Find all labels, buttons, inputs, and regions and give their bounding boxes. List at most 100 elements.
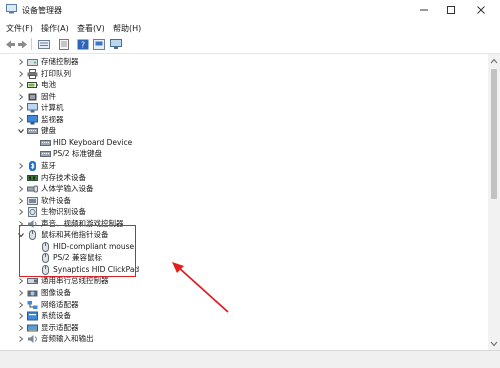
device-item[interactable]: HID Keyboard Device xyxy=(0,137,488,149)
device-manager-app-icon xyxy=(6,4,17,14)
tree-item-label: 电池 xyxy=(41,80,56,90)
expand-chevron-icon[interactable] xyxy=(17,208,25,216)
expand-chevron-icon[interactable] xyxy=(17,312,25,320)
monitor-icon xyxy=(27,114,38,125)
properties-icon[interactable] xyxy=(58,39,70,50)
network-adapter-icon xyxy=(27,300,38,310)
expand-chevron-icon[interactable] xyxy=(17,174,25,182)
audio-io-icon xyxy=(27,334,38,344)
system-device-icon xyxy=(27,311,38,321)
category-item[interactable]: 通用串行总线控制器 xyxy=(0,275,488,287)
expand-chevron-icon[interactable] xyxy=(17,104,25,112)
close-button[interactable] xyxy=(474,3,488,17)
menu-view[interactable]: 查看(V) xyxy=(77,23,105,34)
tree-item-label: 计算机 xyxy=(41,103,64,113)
menu-bar: 文件(F) 操作(A) 查看(V) 帮助(H) xyxy=(0,21,500,36)
expand-chevron-icon[interactable] xyxy=(17,289,25,297)
highlight-box xyxy=(19,225,136,277)
tree-item-label: 图像设备 xyxy=(41,288,71,297)
expand-chevron-icon[interactable] xyxy=(17,277,25,285)
storage-controller-icon xyxy=(27,57,38,67)
menu-file[interactable]: 文件(F) xyxy=(6,23,33,34)
battery-icon xyxy=(27,80,38,90)
tree-item-label: 显示适配器 xyxy=(41,322,79,332)
hid-device-icon xyxy=(27,184,38,194)
category-item[interactable]: 固件 xyxy=(0,91,488,103)
tree-item-label: 存储控制器 xyxy=(41,57,79,66)
category-item[interactable]: 内存技术设备 xyxy=(0,172,488,184)
firmware-icon xyxy=(27,92,38,102)
back-icon[interactable] xyxy=(4,39,16,50)
expand-chevron-icon[interactable] xyxy=(17,58,25,66)
device-item[interactable]: PS/2 标准键盘 xyxy=(0,148,488,160)
category-item[interactable]: 存储控制器 xyxy=(0,56,488,68)
toolbar-separator xyxy=(31,38,32,50)
expand-chevron-icon[interactable] xyxy=(17,185,25,193)
keyboard-icon xyxy=(40,138,51,148)
expand-chevron-icon[interactable] xyxy=(17,197,25,205)
monitor-icon[interactable] xyxy=(110,39,122,50)
update-driver-icon[interactable] xyxy=(93,39,105,50)
vertical-scrollbar[interactable] xyxy=(488,54,500,350)
tree-item-label: PS/2 标准键盘 xyxy=(53,149,102,159)
camera-icon xyxy=(27,288,38,298)
tree-item-label: 蓝牙 xyxy=(41,160,56,170)
category-item[interactable]: 打印队列 xyxy=(0,68,488,80)
memory-device-icon xyxy=(27,173,38,183)
biometric-icon xyxy=(27,207,38,218)
category-item[interactable]: 显示适配器 xyxy=(0,322,488,334)
scroll-down-icon[interactable] xyxy=(490,340,498,347)
maximize-button[interactable] xyxy=(444,3,458,17)
printer-icon xyxy=(27,68,38,79)
tree-item-label: HID Keyboard Device xyxy=(53,137,133,147)
keyboard-icon xyxy=(40,149,51,159)
expand-chevron-icon[interactable] xyxy=(17,70,25,78)
status-bar xyxy=(0,350,500,368)
computer-icon xyxy=(27,103,38,113)
category-item[interactable]: 图像设备 xyxy=(0,287,488,299)
tree-item-label: 键盘 xyxy=(41,126,56,136)
category-item[interactable]: 监视器 xyxy=(0,114,488,126)
keyboard-icon xyxy=(27,126,38,136)
toolbar: ? xyxy=(0,36,500,54)
help-icon[interactable]: ? xyxy=(77,39,89,50)
expand-chevron-icon[interactable] xyxy=(17,116,25,124)
category-item[interactable]: 生物识别设备 xyxy=(0,206,488,218)
expand-chevron-icon[interactable] xyxy=(17,81,25,89)
expand-chevron-icon[interactable] xyxy=(17,324,25,332)
device-list-icon[interactable] xyxy=(38,39,50,50)
tree-item-label: 监视器 xyxy=(41,114,64,124)
title-bar: 设备管理器 xyxy=(0,0,500,21)
tree-item-label: 生物识别设备 xyxy=(41,207,86,217)
category-item[interactable]: 软件设备 xyxy=(0,195,488,207)
category-item[interactable]: 人体学输入设备 xyxy=(0,183,488,195)
category-item[interactable]: 网络适配器 xyxy=(0,299,488,311)
expand-chevron-icon[interactable] xyxy=(17,301,25,309)
menu-help[interactable]: 帮助(H) xyxy=(113,23,141,34)
collapse-chevron-icon[interactable] xyxy=(17,127,25,135)
tree-item-label: 人体学输入设备 xyxy=(41,184,94,194)
scrollbar-thumb[interactable] xyxy=(491,69,497,199)
display-adapter-icon xyxy=(27,323,38,333)
tree-item-label: 音频输入和输出 xyxy=(41,334,94,344)
expand-chevron-icon[interactable] xyxy=(17,335,25,343)
annotation-arrow xyxy=(172,262,229,313)
category-item[interactable]: 蓝牙 xyxy=(0,160,488,172)
minimize-button[interactable] xyxy=(417,3,431,17)
expand-chevron-icon[interactable] xyxy=(17,162,25,170)
category-item[interactable]: 音频输入和输出 xyxy=(0,333,488,345)
scroll-up-icon[interactable] xyxy=(490,57,498,64)
category-item[interactable]: 计算机 xyxy=(0,102,488,114)
tree-item-label: 内存技术设备 xyxy=(41,172,86,182)
tree-item-label: 软件设备 xyxy=(41,195,71,205)
bluetooth-icon xyxy=(27,160,38,171)
tree-item-label: 网络适配器 xyxy=(41,299,79,309)
forward-icon[interactable] xyxy=(17,39,29,50)
window-title: 设备管理器 xyxy=(22,6,62,15)
expand-chevron-icon[interactable] xyxy=(17,93,25,101)
software-device-icon xyxy=(27,196,38,206)
menu-action[interactable]: 操作(A) xyxy=(41,23,69,34)
category-item[interactable]: 键盘 xyxy=(0,125,488,137)
category-item[interactable]: 电池 xyxy=(0,79,488,91)
category-item[interactable]: 系统设备 xyxy=(0,310,488,322)
